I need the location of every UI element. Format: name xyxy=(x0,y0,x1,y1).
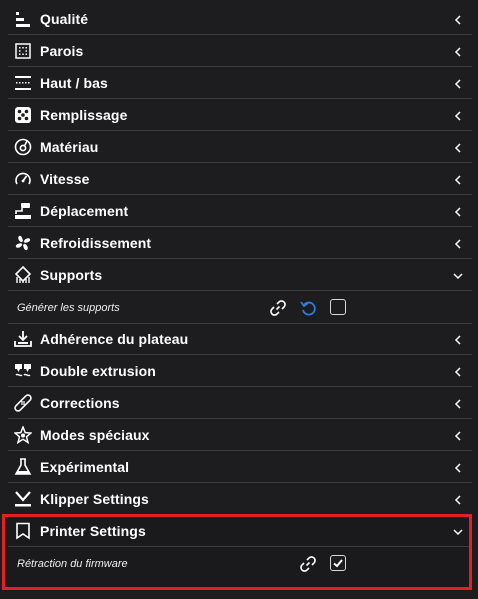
bookmark-icon xyxy=(14,522,32,540)
section-speed[interactable]: Vitesse xyxy=(8,164,472,195)
section-corrections[interactable]: Corrections xyxy=(8,388,472,419)
section-klipper-settings[interactable]: Klipper Settings xyxy=(8,484,472,515)
link-icon[interactable] xyxy=(269,299,287,317)
section-label: Refroidissement xyxy=(40,235,152,251)
section-label: Remplissage xyxy=(40,107,128,123)
chevron-left-icon xyxy=(452,397,464,409)
chevron-left-icon xyxy=(452,45,464,57)
chevron-down-icon xyxy=(452,269,464,281)
section-label: Vitesse xyxy=(40,171,90,187)
generate-supports-checkbox[interactable] xyxy=(330,299,346,315)
section-label: Adhérence du plateau xyxy=(40,331,189,347)
section-supports[interactable]: Supports xyxy=(8,260,472,291)
section-label: Corrections xyxy=(40,395,120,411)
quality-icon xyxy=(14,10,32,28)
section-label: Printer Settings xyxy=(40,523,146,539)
section-printer-settings[interactable]: Printer Settings xyxy=(8,516,472,547)
section-special-modes[interactable]: Modes spéciaux xyxy=(8,420,472,451)
setting-label: Générer les supports xyxy=(17,301,120,314)
chevron-left-icon xyxy=(452,333,464,345)
section-label: Qualité xyxy=(40,11,89,27)
section-label: Double extrusion xyxy=(40,363,156,379)
flask-icon xyxy=(14,458,32,476)
section-label: Supports xyxy=(40,267,103,283)
checkmark-icon xyxy=(333,559,343,568)
section-label: Haut / bas xyxy=(40,75,108,91)
chevron-left-icon xyxy=(452,365,464,377)
reset-icon[interactable] xyxy=(299,299,317,317)
section-walls[interactable]: Parois xyxy=(8,36,472,67)
star-icon xyxy=(14,426,32,444)
top-bottom-icon xyxy=(14,74,32,92)
section-label: Expérimental xyxy=(40,459,130,475)
chevron-left-icon xyxy=(452,205,464,217)
chevron-left-icon xyxy=(452,77,464,89)
chevron-left-icon xyxy=(452,461,464,473)
dual-extrusion-icon xyxy=(14,362,32,380)
infill-icon xyxy=(14,106,32,124)
section-label: Modes spéciaux xyxy=(40,427,150,443)
cooling-fan-icon xyxy=(14,234,32,252)
bandage-icon xyxy=(14,394,32,412)
chevron-left-icon xyxy=(452,13,464,25)
adhesion-icon xyxy=(14,330,32,348)
section-label: Matériau xyxy=(40,139,99,155)
setting-firmware-retraction: Rétraction du firmware xyxy=(8,548,472,580)
support-icon xyxy=(14,266,32,284)
material-icon xyxy=(14,138,32,156)
chevron-left-icon xyxy=(452,109,464,121)
section-label: Klipper Settings xyxy=(40,491,149,507)
travel-icon xyxy=(14,202,32,220)
section-travel[interactable]: Déplacement xyxy=(8,196,472,227)
section-material[interactable]: Matériau xyxy=(8,132,472,163)
setting-generate-supports: Générer les supports xyxy=(8,292,472,324)
setting-label: Rétraction du firmware xyxy=(17,558,128,570)
chevron-down-icon xyxy=(452,525,464,537)
section-dual-extrusion[interactable]: Double extrusion xyxy=(8,356,472,387)
speed-icon xyxy=(14,170,32,188)
section-label: Déplacement xyxy=(40,203,129,219)
chevron-left-icon xyxy=(452,141,464,153)
link-icon[interactable] xyxy=(299,555,317,573)
section-quality[interactable]: Qualité xyxy=(8,4,472,35)
section-experimental[interactable]: Expérimental xyxy=(8,452,472,483)
section-label: Parois xyxy=(40,43,84,59)
walls-icon xyxy=(14,42,32,60)
section-cooling[interactable]: Refroidissement xyxy=(8,228,472,259)
chevron-left-icon xyxy=(452,173,464,185)
firmware-retraction-checkbox[interactable] xyxy=(330,555,346,571)
section-top-bottom[interactable]: Haut / bas xyxy=(8,68,472,99)
section-infill[interactable]: Remplissage xyxy=(8,100,472,131)
settings-panel: Qualité Parois Haut / bas Remplissage Ma… xyxy=(0,0,478,599)
chevron-left-icon xyxy=(452,237,464,249)
chevron-left-icon xyxy=(452,493,464,505)
section-adhesion[interactable]: Adhérence du plateau xyxy=(8,324,472,355)
chevron-left-icon xyxy=(452,429,464,441)
klipper-icon xyxy=(14,490,32,508)
